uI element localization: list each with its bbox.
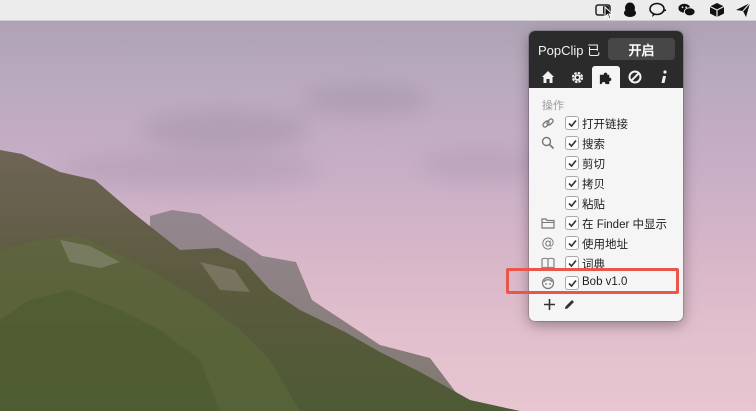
action-item-open-link[interactable]: 打开链接 [529,113,683,133]
wechat-icon[interactable] [678,2,696,18]
tab-bar [534,66,678,88]
checkbox[interactable] [565,196,579,210]
search-icon [541,136,555,150]
pencil-icon [564,299,574,309]
tab-home[interactable] [534,66,563,88]
mouse-cursor-icon [603,6,615,20]
checkbox[interactable] [565,136,579,150]
action-item-copy[interactable]: 拷贝 [529,173,683,193]
send-icon[interactable] [734,2,752,18]
add-extension-button[interactable] [541,295,557,313]
info-icon [661,70,667,83]
section-title-actions: 操作 [542,100,564,112]
folder-icon [541,216,555,230]
action-item-reveal-in-finder[interactable]: 在 Finder 中显示 [529,213,683,233]
action-list: 打开链接 搜索 剪切 拷贝 粘贴 在 Finder 中显示 @ 使用地址 词典 … [529,113,683,293]
action-label: 剪切 [582,159,605,171]
edit-extension-button[interactable] [561,295,577,313]
highlight-box [506,268,679,294]
tab-settings[interactable] [563,66,592,88]
popover-footer [541,295,681,315]
tab-info[interactable] [649,66,678,88]
action-label: 打开链接 [582,119,628,131]
chat-bubble-icon[interactable] [649,2,667,18]
checkbox[interactable] [565,156,579,170]
popover-header: PopClip 已 开启 [529,31,683,88]
action-item-paste[interactable]: 粘贴 [529,193,683,213]
checkbox[interactable] [565,236,579,250]
action-item-search[interactable]: 搜索 [529,133,683,153]
home-icon [542,71,555,83]
qq-icon[interactable] [621,2,639,18]
action-label: 粘贴 [582,199,605,211]
at-icon: @ [541,235,555,251]
action-label: 拷贝 [582,179,605,191]
enable-toggle-button[interactable]: 开启 [608,38,675,60]
action-label: 搜索 [582,139,605,151]
checkbox[interactable] [565,216,579,230]
action-item-cut[interactable]: 剪切 [529,153,683,173]
action-label: 在 Finder 中显示 [582,219,667,231]
checkbox[interactable] [565,116,579,130]
action-item-use-address[interactable]: @ 使用地址 [529,233,683,253]
menu-bar [0,0,756,21]
checkbox[interactable] [565,176,579,190]
gear-icon [571,71,583,83]
plus-icon [543,298,555,310]
tab-blocked[interactable] [620,66,649,88]
action-label: 使用地址 [582,239,628,251]
link-icon [541,116,555,130]
tab-extensions[interactable] [591,66,621,88]
app-title: PopClip 已 [538,43,601,58]
blocked-icon [628,70,642,84]
box-icon[interactable] [708,2,726,18]
puzzle-icon [600,72,612,84]
